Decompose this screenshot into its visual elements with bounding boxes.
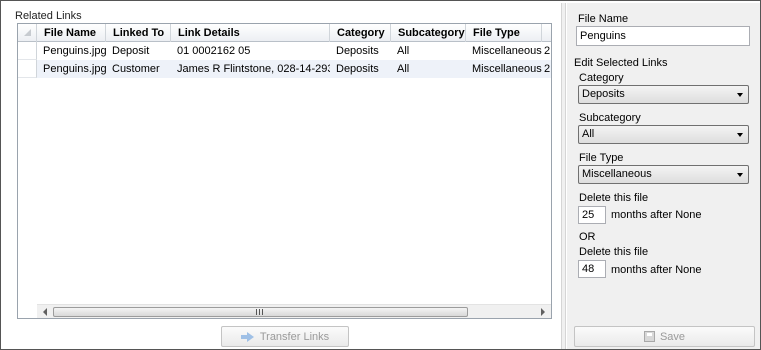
chevron-down-icon (737, 133, 743, 137)
months-after-label-2: months after None (611, 264, 702, 276)
cell-file-name: Penguins.jpg (43, 63, 106, 75)
transfer-arrow-icon (240, 331, 255, 342)
row-header[interactable] (18, 60, 37, 78)
category-dropdown[interactable]: Deposits (578, 85, 749, 104)
select-all-icon (24, 29, 31, 36)
subcategory-dropdown[interactable]: All (578, 125, 749, 144)
edit-selected-links-label: Edit Selected Links (574, 57, 668, 69)
related-links-grid[interactable]: File Name Linked To Link Details Categor… (17, 23, 552, 319)
transfer-links-button[interactable]: Transfer Links (221, 326, 349, 347)
subcategory-value: All (582, 128, 595, 140)
column-header-file-name[interactable]: File Name (37, 24, 106, 42)
category-value: Deposits (582, 88, 625, 100)
file-type-value: Miscellaneous (582, 168, 652, 180)
row-header[interactable] (18, 42, 37, 60)
cell-subcategory: All (397, 63, 410, 75)
save-label: Save (659, 330, 686, 343)
column-header-overflow[interactable] (542, 24, 552, 42)
column-header-linked-to[interactable]: Linked To (106, 24, 171, 42)
subcategory-label: Subcategory (579, 112, 641, 124)
related-links-group-label: Related Links (15, 10, 82, 22)
months-field-1[interactable]: 25 (578, 206, 606, 224)
column-header-link-details[interactable]: Link Details (171, 24, 330, 42)
cell-subcategory: All (397, 45, 410, 57)
file-name-label: File Name (578, 13, 629, 25)
grip-icon (256, 309, 264, 315)
column-header-subcategory[interactable]: Subcategory (391, 24, 466, 42)
delete-this-file-label: Delete this file (579, 192, 649, 204)
cell-file-name: Penguins.jpg (43, 45, 106, 57)
scrollbar-thumb[interactable] (53, 307, 468, 317)
cell-overflow: 2 (544, 63, 551, 75)
chevron-down-icon (737, 93, 743, 97)
table-row[interactable]: Penguins.jpg Customer James R Flintstone… (18, 60, 551, 78)
column-header-file-type[interactable]: File Type (466, 24, 542, 42)
cell-file-type: Miscellaneous (472, 45, 542, 57)
cell-overflow: 2 (544, 45, 551, 57)
cell-link-details: 01 0002162 05 (177, 45, 251, 57)
grid-header: File Name Linked To Link Details Categor… (18, 24, 551, 42)
file-type-label: File Type (579, 152, 624, 164)
transfer-links-label: Transfer Links (259, 330, 330, 343)
panel-splitter[interactable] (561, 3, 566, 349)
save-button[interactable]: Save (574, 326, 755, 347)
horizontal-scrollbar[interactable] (37, 304, 551, 318)
table-row[interactable]: Penguins.jpg Deposit 01 0002162 05 Depos… (18, 42, 551, 60)
cell-category: Deposits (336, 45, 379, 57)
category-label: Category (579, 72, 624, 84)
cell-linked-to: Deposit (112, 45, 150, 57)
select-all-corner[interactable] (18, 24, 37, 42)
scroll-right-icon[interactable] (541, 308, 545, 316)
months-after-label-1: months after None (611, 209, 702, 221)
scroll-left-icon[interactable] (43, 308, 47, 316)
file-type-dropdown[interactable]: Miscellaneous (578, 165, 749, 184)
months-field-2[interactable]: 48 (578, 260, 606, 278)
column-header-category[interactable]: Category (330, 24, 391, 42)
cell-link-details: James R Flintstone, 028-14-2936 (177, 63, 330, 75)
or-label: OR (579, 231, 596, 243)
delete-this-file-label-2: Delete this file (579, 246, 649, 258)
cell-linked-to: Customer (112, 63, 160, 75)
chevron-down-icon (737, 173, 743, 177)
file-name-field[interactable]: Penguins (576, 26, 750, 46)
related-links-window: Related Links File Name Linked To Link D… (0, 0, 761, 350)
cell-category: Deposits (336, 63, 379, 75)
cell-file-type: Miscellaneous (472, 63, 542, 75)
save-disk-icon (643, 331, 655, 342)
